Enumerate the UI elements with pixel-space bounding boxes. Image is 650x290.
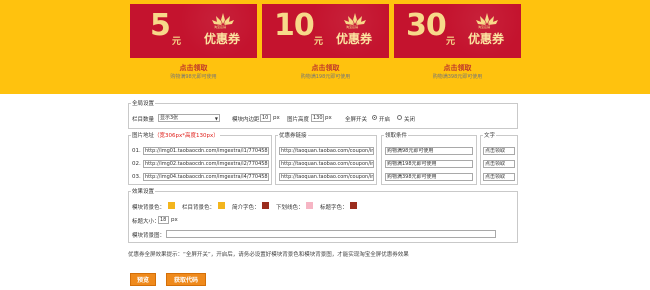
coupon-link-legend: 优惠券链接	[279, 133, 307, 139]
padding-label: 模块内边距	[232, 117, 260, 123]
bg-image-input[interactable]	[166, 230, 496, 238]
intro-color-swatch[interactable]	[262, 202, 269, 209]
preview-button[interactable]: 预览	[130, 273, 156, 286]
intro-color-label: 简介字色：	[232, 205, 260, 211]
coupon-amount: 30	[406, 8, 447, 43]
title-color-swatch[interactable]	[350, 202, 357, 209]
coupon-banner: 5 元 淘宝店铺 优惠券 点击领取 购物满98元即可使用 10 元 淘宝店铺 优…	[0, 0, 650, 94]
get-code-button[interactable]: 获取代码	[166, 273, 206, 286]
fullscreen-on-label: 开启	[379, 117, 391, 123]
lotus-logo-icon	[344, 13, 366, 25]
coupon-graphic: 10 元 淘宝店铺 优惠券	[262, 4, 389, 58]
button-text-input[interactable]: 点击领取	[483, 160, 515, 168]
bg-image-label: 模块背景图：	[132, 233, 166, 239]
chevron-down-icon: ▼	[214, 116, 218, 121]
column-count-label: 栏目数量	[132, 117, 155, 123]
image-height-label: 图片高度	[287, 117, 310, 123]
image-url-input[interactable]: http://img02.taobaocdn.com/imgextra/i2/7…	[143, 160, 269, 168]
fullscreen-label: 全屏开关	[345, 117, 368, 123]
fullscreen-tip: 优惠券全屏效果提示：“全屏开关”，开启后，请务必设置好模块背景色和模块背景图，才…	[128, 252, 409, 258]
condition-input[interactable]: 购物满398元即可使用	[385, 173, 473, 181]
image-row-index: 03.	[132, 174, 141, 180]
title-color-label: 标题字色：	[320, 205, 348, 211]
underline-color-label: 下划线色：	[276, 205, 304, 211]
button-text-input[interactable]: 点击领取	[483, 147, 515, 155]
image-url-input[interactable]: http://img04.taobaocdn.com/imgextra/i4/7…	[143, 173, 269, 181]
image-height-unit: px	[325, 115, 332, 121]
coupon-unit: 元	[446, 37, 456, 47]
claim-link[interactable]: 点击领取	[130, 63, 257, 73]
claim-link[interactable]: 点击领取	[262, 63, 389, 73]
module-bg-color-label: 模块背景色：	[132, 205, 166, 211]
fullscreen-off-radio[interactable]	[397, 115, 402, 120]
image-url-title: 图片地址	[132, 133, 155, 139]
button-text-legend: 文字	[484, 133, 496, 139]
coupon-graphic: 30 元 淘宝店铺 优惠券	[394, 4, 521, 58]
padding-unit: px	[273, 115, 280, 121]
button-text-input[interactable]: 点击领取	[483, 173, 515, 181]
effect-settings-legend: 效果设置	[132, 189, 155, 195]
underline-color-swatch[interactable]	[306, 202, 313, 209]
condition-input[interactable]: 购物满98元即可使用	[385, 147, 473, 155]
coupon-amount: 10	[274, 8, 315, 43]
global-settings-legend: 全局设置	[132, 101, 155, 107]
coupon-amount: 5	[150, 8, 171, 43]
fullscreen-off-label: 关闭	[404, 117, 416, 123]
column-count-select[interactable]: 显示3张 ▼	[158, 114, 220, 122]
lotus-logo-icon	[212, 13, 234, 25]
title-size-input[interactable]: 18	[158, 216, 169, 224]
condition-legend: 领取条件	[385, 133, 408, 139]
fullscreen-on-radio[interactable]	[372, 115, 377, 120]
claim-link[interactable]: 点击领取	[394, 63, 521, 73]
column-count-value: 显示3张	[160, 115, 179, 121]
coupon-label: 优惠券	[336, 32, 373, 46]
title-size-unit: px	[171, 217, 178, 223]
lotus-logo-icon	[476, 13, 498, 25]
module-bg-color-swatch[interactable]	[168, 202, 175, 209]
coupon-condition: 购物满98元即可使用	[170, 74, 217, 80]
padding-input[interactable]: 10	[260, 114, 271, 122]
image-row-index: 01.	[132, 148, 141, 154]
column-bg-color-label: 栏目背景色：	[182, 205, 216, 211]
image-row-index: 02.	[132, 161, 141, 167]
coupon-condition: 购物满398元即可使用	[432, 74, 483, 80]
coupon-graphic: 5 元 淘宝店铺 优惠券	[130, 4, 257, 58]
image-url-legend: 图片地址（宽306px*高度130px）	[131, 131, 220, 139]
condition-input[interactable]: 购物满198元即可使用	[385, 160, 473, 168]
shop-name: 淘宝店铺	[346, 25, 359, 29]
image-size-hint: （宽306px*高度130px）	[154, 133, 219, 139]
coupon-link-input[interactable]: http://taoquan.taobao.com/coupon/inde	[279, 160, 374, 168]
coupon-label: 优惠券	[468, 32, 505, 46]
coupon-link-input[interactable]: http://taoquan.taobao.com/coupon/inde	[279, 147, 374, 155]
coupon-link-input[interactable]: http://taoquan.taobao.com/coupon/inde	[279, 173, 374, 181]
title-size-label: 标题大小：	[132, 219, 160, 225]
image-url-input[interactable]: http://img01.taobaocdn.com/imgextra/i1/7…	[143, 147, 269, 155]
coupon-label: 优惠券	[204, 32, 241, 46]
image-height-input[interactable]: 130	[311, 114, 324, 122]
coupon-unit: 元	[314, 37, 324, 47]
shop-name: 淘宝店铺	[478, 25, 491, 29]
column-bg-color-swatch[interactable]	[218, 202, 225, 209]
shop-name: 淘宝店铺	[214, 25, 227, 29]
coupon-unit: 元	[172, 37, 182, 47]
coupon-condition: 购物满198元即可使用	[300, 74, 351, 80]
